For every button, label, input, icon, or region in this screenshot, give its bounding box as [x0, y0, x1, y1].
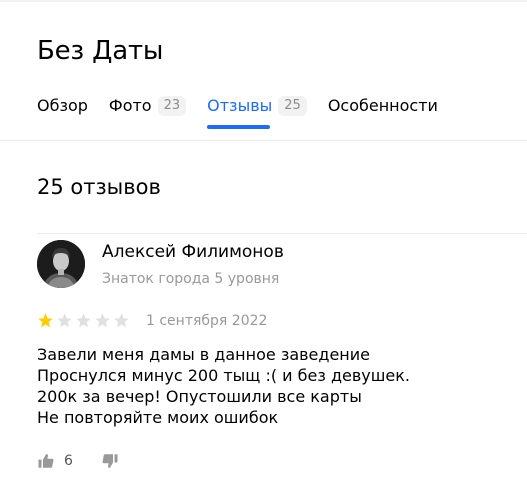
like-button[interactable]: 6 [37, 452, 73, 470]
author-level: Знаток города 5 уровня [102, 271, 280, 287]
review-author[interactable]: Алексей Филимонов [102, 242, 284, 262]
star-empty-icon [95, 313, 110, 328]
tab-label: Фото [108, 96, 152, 115]
tab-count-badge: 25 [278, 96, 307, 116]
page-title: Без Даты [37, 36, 164, 66]
rating-stars [37, 312, 132, 329]
like-count: 6 [64, 453, 73, 469]
star-empty-icon [76, 313, 91, 328]
tab-overview[interactable]: Обзор [37, 92, 88, 120]
tab-features[interactable]: Особенности [328, 92, 438, 120]
reviews-count-heading: 25 отзывов [37, 175, 161, 199]
avatar[interactable] [37, 240, 85, 288]
tab-label: Обзор [37, 96, 88, 115]
review-divider [37, 233, 527, 234]
tab-reviews[interactable]: Отзывы 25 [207, 92, 307, 129]
review-text-line: 200к за вечер! Опустошили все карты [37, 387, 362, 406]
tab-count-badge: 23 [157, 96, 187, 116]
thumbs-up-icon [38, 454, 54, 468]
dislike-button[interactable] [101, 452, 119, 470]
top-divider [0, 0, 527, 2]
star-empty-icon [57, 313, 72, 328]
tab-photo[interactable]: Фото 23 [108, 92, 187, 120]
star-empty-icon [114, 313, 129, 328]
user-photo-icon [37, 240, 85, 288]
review-text: Завели меня дамы в данное заведение Прос… [37, 344, 410, 428]
tab-label: Особенности [327, 96, 438, 115]
tab-bar: Обзор Фото 23 Отзывы 25 Особенности [37, 92, 459, 129]
review-date: 1 сентября 2022 [146, 313, 268, 329]
tab-label: Отзывы [207, 96, 273, 115]
thumbs-down-icon [102, 454, 118, 468]
star-filled-icon [38, 313, 53, 328]
review-text-line: Завели меня дамы в данное заведение [37, 345, 371, 364]
review-actions: 6 [37, 452, 119, 470]
review-text-line: Не повторяйте моих ошибок [37, 408, 279, 427]
tab-bar-divider [0, 140, 527, 141]
review-text-line: Проснулся минус 200 тыщ :( и без девушек… [37, 366, 410, 385]
